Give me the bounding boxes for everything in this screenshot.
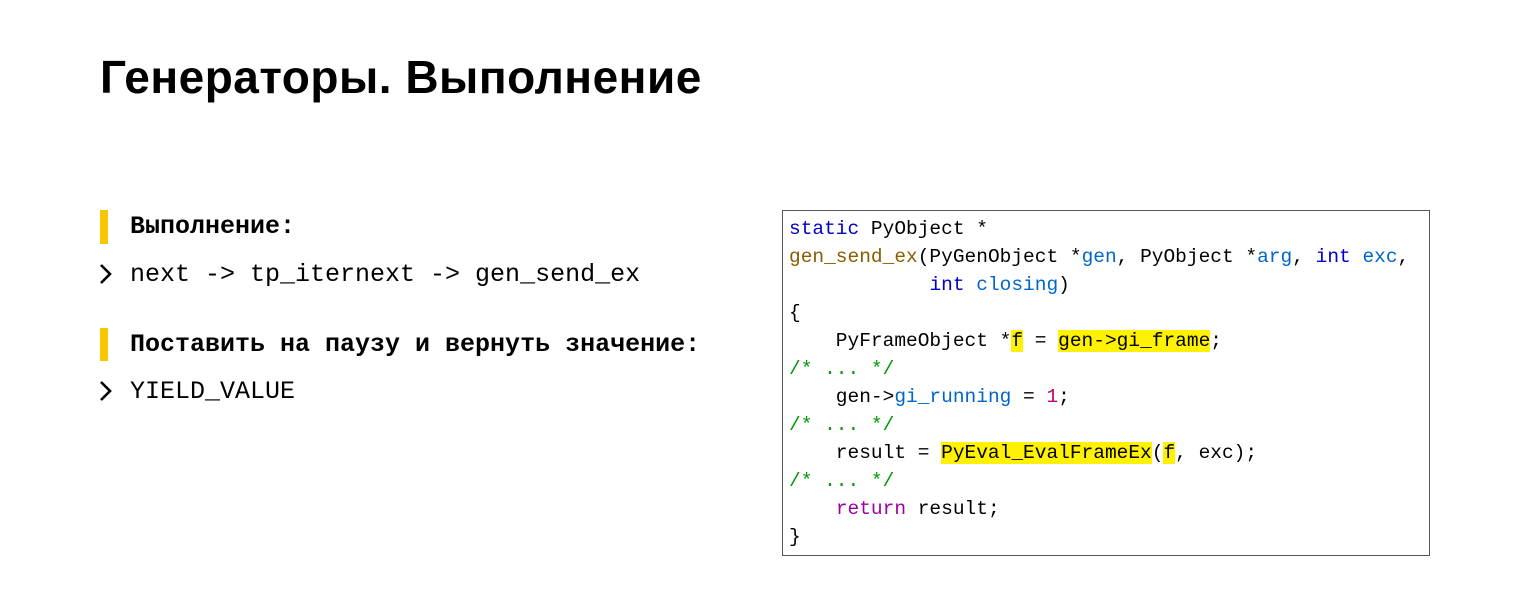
code-keyword: int xyxy=(1316,246,1351,268)
code-text: (PyGenObject * xyxy=(918,246,1082,268)
code-comment: /* ... */ xyxy=(789,414,894,436)
list-item: YIELD_VALUE xyxy=(100,375,720,409)
list-item-text: YIELD_VALUE xyxy=(130,377,295,406)
code-comment: /* ... */ xyxy=(789,358,894,380)
code-text: , xyxy=(1292,246,1315,268)
code-text: gen-> xyxy=(789,386,894,408)
chevron-right-icon xyxy=(100,264,114,286)
code-text xyxy=(1351,246,1363,268)
code-var: gen xyxy=(1082,246,1117,268)
chevron-right-icon xyxy=(100,381,114,403)
accent-bar-icon xyxy=(100,328,108,362)
code-text: = xyxy=(1023,330,1058,352)
code-text xyxy=(789,498,836,520)
slide: Генераторы. Выполнение Выполнение: next … xyxy=(0,0,1536,611)
code-text: = xyxy=(1011,386,1046,408)
block-title: Выполнение: xyxy=(130,210,720,244)
code-keyword: static xyxy=(789,218,859,240)
code-text: ( xyxy=(1152,442,1164,464)
code-text: PyFrameObject * xyxy=(789,330,1011,352)
code-text: result; xyxy=(906,498,1000,520)
code-block: static PyObject * gen_send_ex(PyGenObjec… xyxy=(782,210,1430,556)
code-var: exc xyxy=(1362,246,1397,268)
code-number: 1 xyxy=(1046,386,1058,408)
code-var: closing xyxy=(976,274,1058,296)
block-head: Поставить на паузу и вернуть значение: xyxy=(100,328,720,362)
code-highlight: f xyxy=(1011,330,1023,352)
page-title: Генераторы. Выполнение xyxy=(100,50,702,104)
list-item-text: next -> tp_iternext -> gen_send_ex xyxy=(130,260,640,289)
code-text: ; xyxy=(1210,330,1222,352)
code-text: PyObject * xyxy=(859,218,988,240)
code-text: result = xyxy=(789,442,941,464)
code-keyword: int xyxy=(929,274,964,296)
list-item: next -> tp_iternext -> gen_send_ex xyxy=(100,258,720,292)
code-text xyxy=(965,274,977,296)
code-function: gen_send_ex xyxy=(789,246,918,268)
code-text: , xyxy=(1398,246,1410,268)
block-pause: Поставить на паузу и вернуть значение: Y… xyxy=(100,328,720,410)
block-head: Выполнение: xyxy=(100,210,720,244)
code-highlight: gen->gi_frame xyxy=(1058,330,1210,352)
block-title: Поставить на паузу и вернуть значение: xyxy=(130,328,720,362)
code-text: , PyObject * xyxy=(1117,246,1257,268)
code-text: ; xyxy=(1058,386,1070,408)
code-highlight: PyEval_EvalFrameEx xyxy=(941,442,1152,464)
code-text xyxy=(789,274,929,296)
code-comment: /* ... */ xyxy=(789,470,894,492)
accent-bar-icon xyxy=(100,210,108,244)
code-var: gi_running xyxy=(894,386,1011,408)
code-keyword: return xyxy=(836,498,906,520)
code-text: { xyxy=(789,302,801,324)
code-highlight: f xyxy=(1163,442,1175,464)
code-text: ) xyxy=(1058,274,1070,296)
left-column: Выполнение: next -> tp_iternext -> gen_s… xyxy=(100,210,720,445)
code-text: } xyxy=(789,526,801,548)
block-execution: Выполнение: next -> tp_iternext -> gen_s… xyxy=(100,210,720,292)
code-var: arg xyxy=(1257,246,1292,268)
code-text: , exc); xyxy=(1175,442,1257,464)
